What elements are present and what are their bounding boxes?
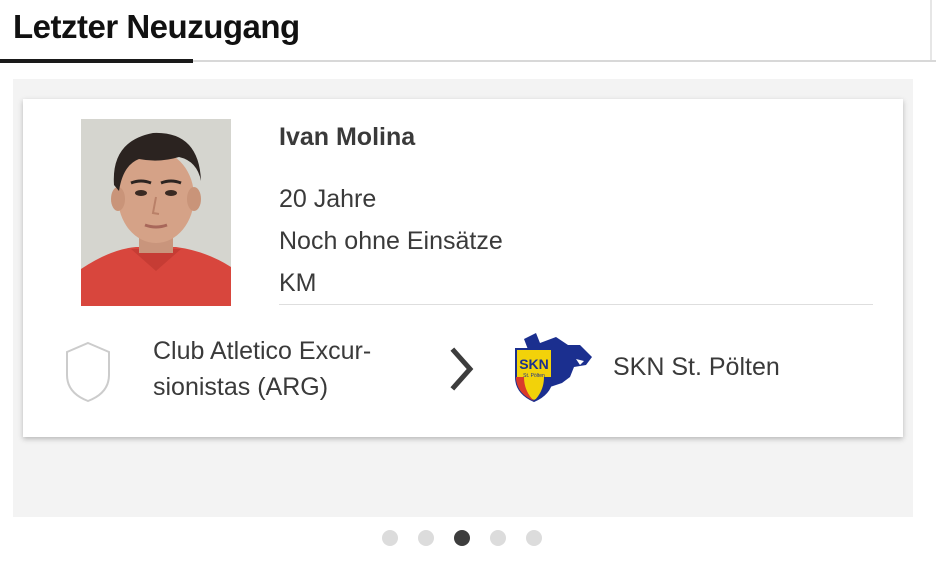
carousel-dot-5[interactable]	[526, 530, 542, 546]
carousel-dot-1[interactable]	[382, 530, 398, 546]
carousel-dot-2[interactable]	[418, 530, 434, 546]
chevron-right-icon	[450, 347, 474, 391]
to-club-name[interactable]: SKN St. Pölten	[613, 353, 780, 382]
skn-logo-subtext: St. Pölten	[523, 373, 545, 379]
section-title: Letzter Neuzugang	[13, 8, 300, 45]
transfer-card[interactable]: Ivan Molina 20 Jahre Noch ohne Einsätze …	[23, 99, 903, 437]
shield-icon	[66, 341, 110, 403]
carousel-dot-4[interactable]	[490, 530, 506, 546]
player-name[interactable]: Ivan Molina	[279, 123, 415, 152]
player-appearances: Noch ohne Einsätze	[279, 227, 503, 255]
card-divider	[279, 304, 873, 305]
skn-logo-icon[interactable]: SKN St. Pölten	[510, 331, 594, 405]
title-accent-underline	[0, 59, 193, 63]
player-age: 20 Jahre	[279, 185, 377, 213]
player-portrait-icon	[81, 119, 231, 306]
skn-logo-text: SKN	[519, 356, 549, 372]
from-club-name[interactable]: Club Atletico Excur- sionistas (ARG)	[153, 333, 433, 405]
player-team: KM	[279, 269, 317, 297]
edge-line	[930, 0, 932, 62]
carousel-pagination	[382, 530, 542, 548]
from-club-label: Club Atletico Excur- sionistas (ARG)	[153, 337, 372, 401]
carousel-dot-3[interactable]	[454, 530, 470, 546]
player-photo[interactable]	[81, 119, 231, 306]
